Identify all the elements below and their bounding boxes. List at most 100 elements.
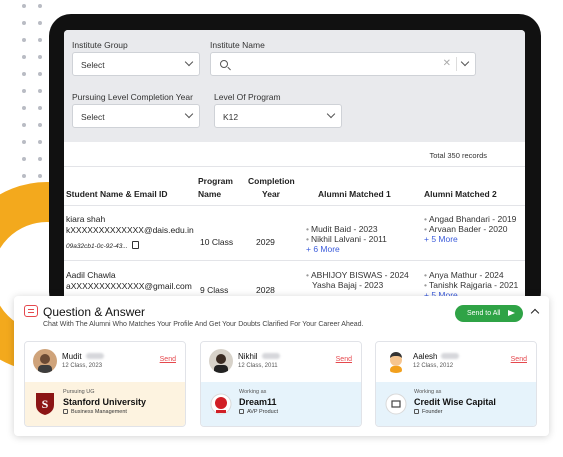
completion-year: 2029 [256,237,275,247]
decorative-dot [22,21,26,25]
decorative-dot [22,174,26,178]
divider [64,260,525,261]
alumni-card: Nikhil 12 Class, 2011 Send Working as Dr… [200,341,362,427]
institute-group-label: Institute Group [72,40,128,50]
program-level-value: K12 [223,112,239,122]
send-to-all-label: Send to All [467,310,501,317]
decorative-dot [38,89,42,93]
decorative-dot [38,157,42,161]
alumni-item[interactable]: • Arvaan Bader - 2020 [424,224,516,234]
header-program-line2: Name [198,189,222,199]
decorative-dots [22,0,52,190]
alumni-role: Business Management [63,409,127,415]
divider [64,166,525,167]
decorative-dot [38,72,42,76]
student-id: 09a32cb1-0c-92-43... [66,241,139,252]
decorative-dot [22,140,26,144]
student-name: kiara shah [66,214,106,224]
decorative-dot [38,38,42,42]
decorative-dot [22,38,26,42]
decorative-dot [22,55,26,59]
alumni-item[interactable]: Yasha Bajaj - 2023 [306,280,409,290]
company-logo-icon [385,392,407,416]
decorative-dot [22,123,26,127]
decorative-dot [22,89,26,93]
institute-name-input[interactable]: ✕ [210,52,476,76]
copy-icon[interactable] [131,241,139,249]
card-details: Working as Credit Wise Capital Founder [376,382,536,426]
more-link[interactable]: + 5 More [424,234,516,244]
qa-panel: Question & Answer Chat With The Alumni W… [14,296,549,436]
institute-group-select[interactable]: Select [72,52,200,76]
card-details: S Pursuing UG Stanford University Busine… [25,382,185,426]
header-alumni-2: Alumni Matched 2 [424,189,497,199]
alumni-organization: Dream11 [239,397,277,407]
chevron-down-icon [326,109,336,119]
alumni-item[interactable]: • Anya Mathur - 2024 [424,270,518,280]
alumni-match-1: • Mudit Baid - 2023 • Nikhil Lalvani - 201… [306,224,387,254]
stanford-logo-icon: S [34,392,56,416]
chevron-down-icon[interactable] [460,57,470,67]
program-level-select[interactable]: K12 [214,104,342,128]
decorative-dot [38,140,42,144]
chat-icon [24,305,38,317]
alumni-role: AVP Product [239,409,278,415]
student-name: Aadil Chawla [66,270,116,280]
filter-panel: Institute Group Select Institute Name ✕ … [64,30,525,142]
header-program-line1: Program [198,176,233,186]
alumni-class: 12 Class, 2012 [413,363,454,369]
svg-text:S: S [42,397,49,411]
student-id-text: 09a32cb1-0c-92-43... [66,243,128,250]
more-link[interactable]: + 6 More [306,244,387,254]
alumni-match-2: • Angad Bhandari - 2019 • Arvaan Bader - 2… [424,214,516,244]
decorative-dot [22,106,26,110]
send-link[interactable]: Send [160,356,176,363]
search-icon [220,60,228,68]
institute-name-label: Institute Name [210,40,265,50]
header-program: Program Name [198,175,233,201]
student-email: aXXXXXXXXXXXXX@gmail.com [66,281,192,291]
alumni-class: 12 Class, 2023 [62,363,103,369]
send-to-all-button[interactable]: Send to All [455,305,523,322]
header-completion: Completion Year [248,175,295,201]
send-link[interactable]: Send [511,356,527,363]
alumni-organization: Credit Wise Capital [414,397,496,407]
header-student: Student Name & Email ID [66,189,168,199]
header-alumni-1: Alumni Matched 1 [318,189,391,199]
alumni-item[interactable]: • ABHIJOY BISWAS - 2024 [306,270,409,280]
alumni-name: Aalesh [413,352,460,361]
chevron-down-icon [184,57,194,67]
alumni-card: Aalesh 12 Class, 2012 Send Working as Cr… [375,341,537,427]
dream11-logo-icon [210,392,232,416]
alumni-status: Working as [239,389,267,395]
avatar [33,349,57,373]
alumni-organization: Stanford University [63,397,147,407]
alumni-item[interactable]: • Tanishk Rajgaria - 2021 [424,280,518,290]
alumni-card: Mudit 12 Class, 2023 Send S Pursuing UG … [24,341,186,427]
qa-title: Question & Answer [43,305,146,319]
alumni-item[interactable]: • Angad Bhandari - 2019 [424,214,516,224]
decorative-dot [38,55,42,59]
clear-icon[interactable]: ✕ [443,58,451,69]
alumni-item[interactable]: • Mudit Baid - 2023 [306,224,387,234]
completion-year: 2028 [256,285,275,295]
alumni-name: Nikhil [238,352,280,361]
alumni-item[interactable]: • Nikhil Lalvani - 2011 [306,234,387,244]
program-level-label: Level Of Program [214,92,281,102]
stage: Institute Group Select Institute Name ✕ … [0,0,563,457]
chevron-down-icon [184,109,194,119]
alumni-role: Founder [414,409,443,415]
pursuing-level-select[interactable]: Select [72,104,200,128]
header-completion-line1: Completion [248,176,295,186]
alumni-status: Working as [414,389,442,395]
decorative-dot [38,4,42,8]
briefcase-icon [63,409,68,414]
send-link[interactable]: Send [336,356,352,363]
institute-group-value: Select [81,60,105,70]
decorative-dot [38,174,42,178]
header-completion-line2: Year [262,189,280,199]
pursuing-level-label: Pursuing Level Completion Year [72,92,193,102]
chevron-up-icon[interactable] [530,308,540,318]
divider [64,205,525,206]
tablet-screen: Institute Group Select Institute Name ✕ … [64,30,525,320]
